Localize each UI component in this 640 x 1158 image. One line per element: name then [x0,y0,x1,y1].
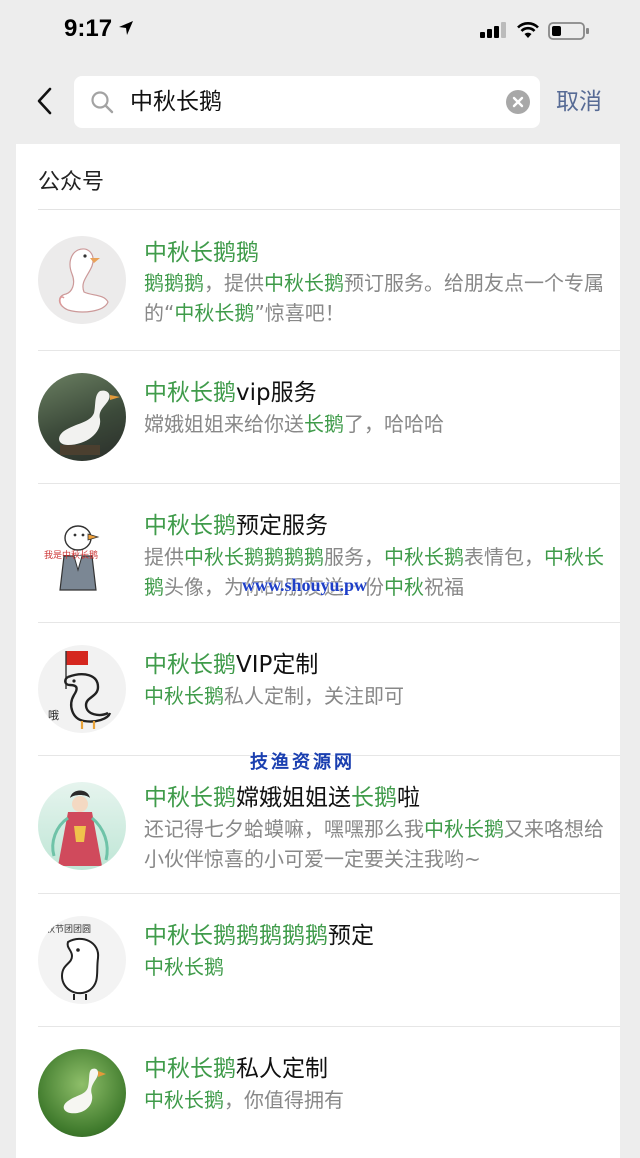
text-segment: 祝福 [424,575,464,599]
text-segment: 服务， [324,545,384,569]
text-segment: ，提供 [204,271,264,295]
text-segment: 私人定制，关注即可 [224,684,404,708]
status-time: 9:17 [64,15,113,42]
item-title: 中秋长鹅私人定制 [144,1049,328,1083]
list-item[interactable]: 我是中秋长鹅 中秋长鹅预定服务 提供中秋长鹅鹅鹅鹅服务，中秋长鹅表情包，中秋长鹅… [16,484,620,622]
clear-search-button[interactable] [506,90,530,114]
item-desc: 中秋长鹅私人定制，关注即可 [144,681,604,711]
goose-grass-photo [63,1068,106,1114]
item-title: 中秋长鹅鹅鹅鹅鹅预定 [144,916,374,950]
avatar-text: 哦 [48,709,59,722]
avatar: 我是中秋长鹅 [38,510,126,598]
text-segment: 嫦娥姐姐送 [236,785,351,811]
list-item[interactable]: 中秋长鹅私人定制 中秋长鹅，你值得拥有 [16,1027,620,1158]
highlighted-keyword: 中秋长鹅 [144,684,224,708]
highlighted-keyword: 中秋长鹅鹅鹅鹅鹅 [144,923,328,949]
item-desc: 鹅鹅鹅，提供中秋长鹅预订服务。给朋友点一个专属的“中秋长鹅”惊喜吧！ [144,268,604,328]
highlighted-keyword: 中秋长鹅 [144,1088,224,1112]
watermark-url: www.shouyu.pw [242,575,368,595]
text-segment: 表情包， [464,545,544,569]
change-fairy-drawing [51,790,109,866]
highlighted-keyword: 鹅鹅鹅 [144,271,204,295]
highlighted-keyword: 中秋 [384,575,424,599]
item-desc: 提供中秋长鹅鹅鹅鹅服务，中秋长鹅表情包，中秋长鹅头像，为你的朋友送一份中秋祝福 [144,542,604,602]
text-segment: ，你值得拥有 [224,1088,344,1112]
status-bar: 9:17 [0,0,640,62]
highlighted-keyword: 中秋长鹅 [144,380,236,406]
highlighted-keyword: 中秋长鹅 [424,817,504,841]
avatar [38,782,126,870]
highlighted-keyword: 中秋长鹅 [144,652,236,678]
right-margin [620,144,640,1158]
text-segment: vip服务 [236,380,317,406]
text-segment: 预定服务 [236,513,328,539]
highlighted-keyword: 长鹅 [304,412,344,436]
highlighted-keyword: 中秋长鹅 [144,785,236,811]
highlighted-keyword: 中秋长鹅 [144,513,236,539]
highlighted-keyword: 中秋长鹅 [174,301,255,325]
highlighted-keyword: 中秋长鹅 [144,955,224,979]
avatar [38,373,126,461]
avatar-text: 秋节团团圆 [46,925,92,935]
text-segment: ”惊喜吧！ [254,301,345,325]
avatar: 哦 [38,645,126,733]
wifi-icon [517,22,539,38]
item-title: 中秋长鹅预定服务 [144,506,328,540]
battery-icon [548,22,589,40]
text-segment: VIP定制 [236,652,319,678]
text-segment: 了，哈哈哈 [344,412,444,436]
highlighted-keyword: 中秋长鹅 [144,1056,236,1082]
highlighted-keyword: 中秋长鹅鹅鹅鹅 [184,545,324,569]
item-desc: 嫦娥姐姐来给你送长鹅了，哈哈哈 [144,409,604,439]
highlighted-keyword: 长鹅 [351,785,397,811]
avatar [38,236,126,324]
cellular-signal-icon [480,22,506,38]
goose-photo [59,390,120,455]
list-item[interactable]: 中秋长鹅鹅 鹅鹅鹅，提供中秋长鹅预订服务。给朋友点一个专属的“中秋长鹅”惊喜吧！ [16,210,620,350]
close-icon [512,96,524,108]
list-item[interactable]: 哦 中秋长鹅VIP定制 中秋长鹅私人定制，关注即可 [16,623,620,755]
avatar-text: 我是中秋长鹅 [44,551,99,561]
text-segment: 还记得七夕蛤蟆嘛，嘿嘿那么我 [144,817,424,841]
search-icon [91,91,114,114]
search-field[interactable]: 中秋长鹅 [74,76,540,128]
item-desc: 中秋长鹅 [144,952,604,982]
highlighted-keyword: 中秋长鹅鹅 [144,240,259,266]
white-goose-drawing [58,248,109,313]
item-desc: 还记得七夕蛤蟆嘛，嘿嘿那么我中秋长鹅又来咯想给小伙伴惊喜的小可爱一定要关注我哟~ [144,814,604,874]
cancel-button[interactable]: 取消 [556,84,602,120]
avatar: 秋节团团圆 [38,916,126,1004]
text-segment: 啦 [397,785,420,811]
item-title: 中秋长鹅VIP定制 [144,645,318,679]
highlighted-keyword: 中秋长鹅 [384,545,464,569]
item-title: 中秋长鹅鹅 [144,233,259,267]
item-title: 中秋长鹅嫦娥姐姐送长鹅啦 [144,778,420,812]
left-margin [0,144,16,1158]
search-input[interactable]: 中秋长鹅 [130,76,222,128]
list-item[interactable]: 秋节团团圆 中秋长鹅鹅鹅鹅鹅预定 中秋长鹅 [16,894,620,1026]
search-bar: 中秋长鹅 取消 [0,62,640,144]
text-segment: 嫦娥姐姐来给你送 [144,412,304,436]
avatar [38,1049,126,1137]
location-arrow-icon [119,21,133,35]
text-segment: 预定 [328,923,374,949]
item-desc: 中秋长鹅，你值得拥有 [144,1085,604,1115]
text-segment: 提供 [144,545,184,569]
list-item[interactable]: 中秋长鹅嫦娥姐姐送长鹅啦 还记得七夕蛤蟆嘛，嘿嘿那么我中秋长鹅又来咯想给小伙伴惊… [16,756,620,893]
text-segment: 私人定制 [236,1056,328,1082]
watermark-text: 技渔资源网 [250,752,355,773]
list-item[interactable]: 中秋长鹅vip服务 嫦娥姐姐来给你送长鹅了，哈哈哈 [16,351,620,483]
section-title: 公众号 [38,170,105,195]
results-list: 公众号 中秋长鹅鹅 鹅鹅鹅，提供中秋长鹅预订服务。给朋友点一个专属的“中秋长鹅”… [16,144,620,1158]
back-arrow-icon[interactable] [30,84,60,118]
item-title: 中秋长鹅vip服务 [144,373,317,407]
highlighted-keyword: 中秋长鹅 [264,271,344,295]
